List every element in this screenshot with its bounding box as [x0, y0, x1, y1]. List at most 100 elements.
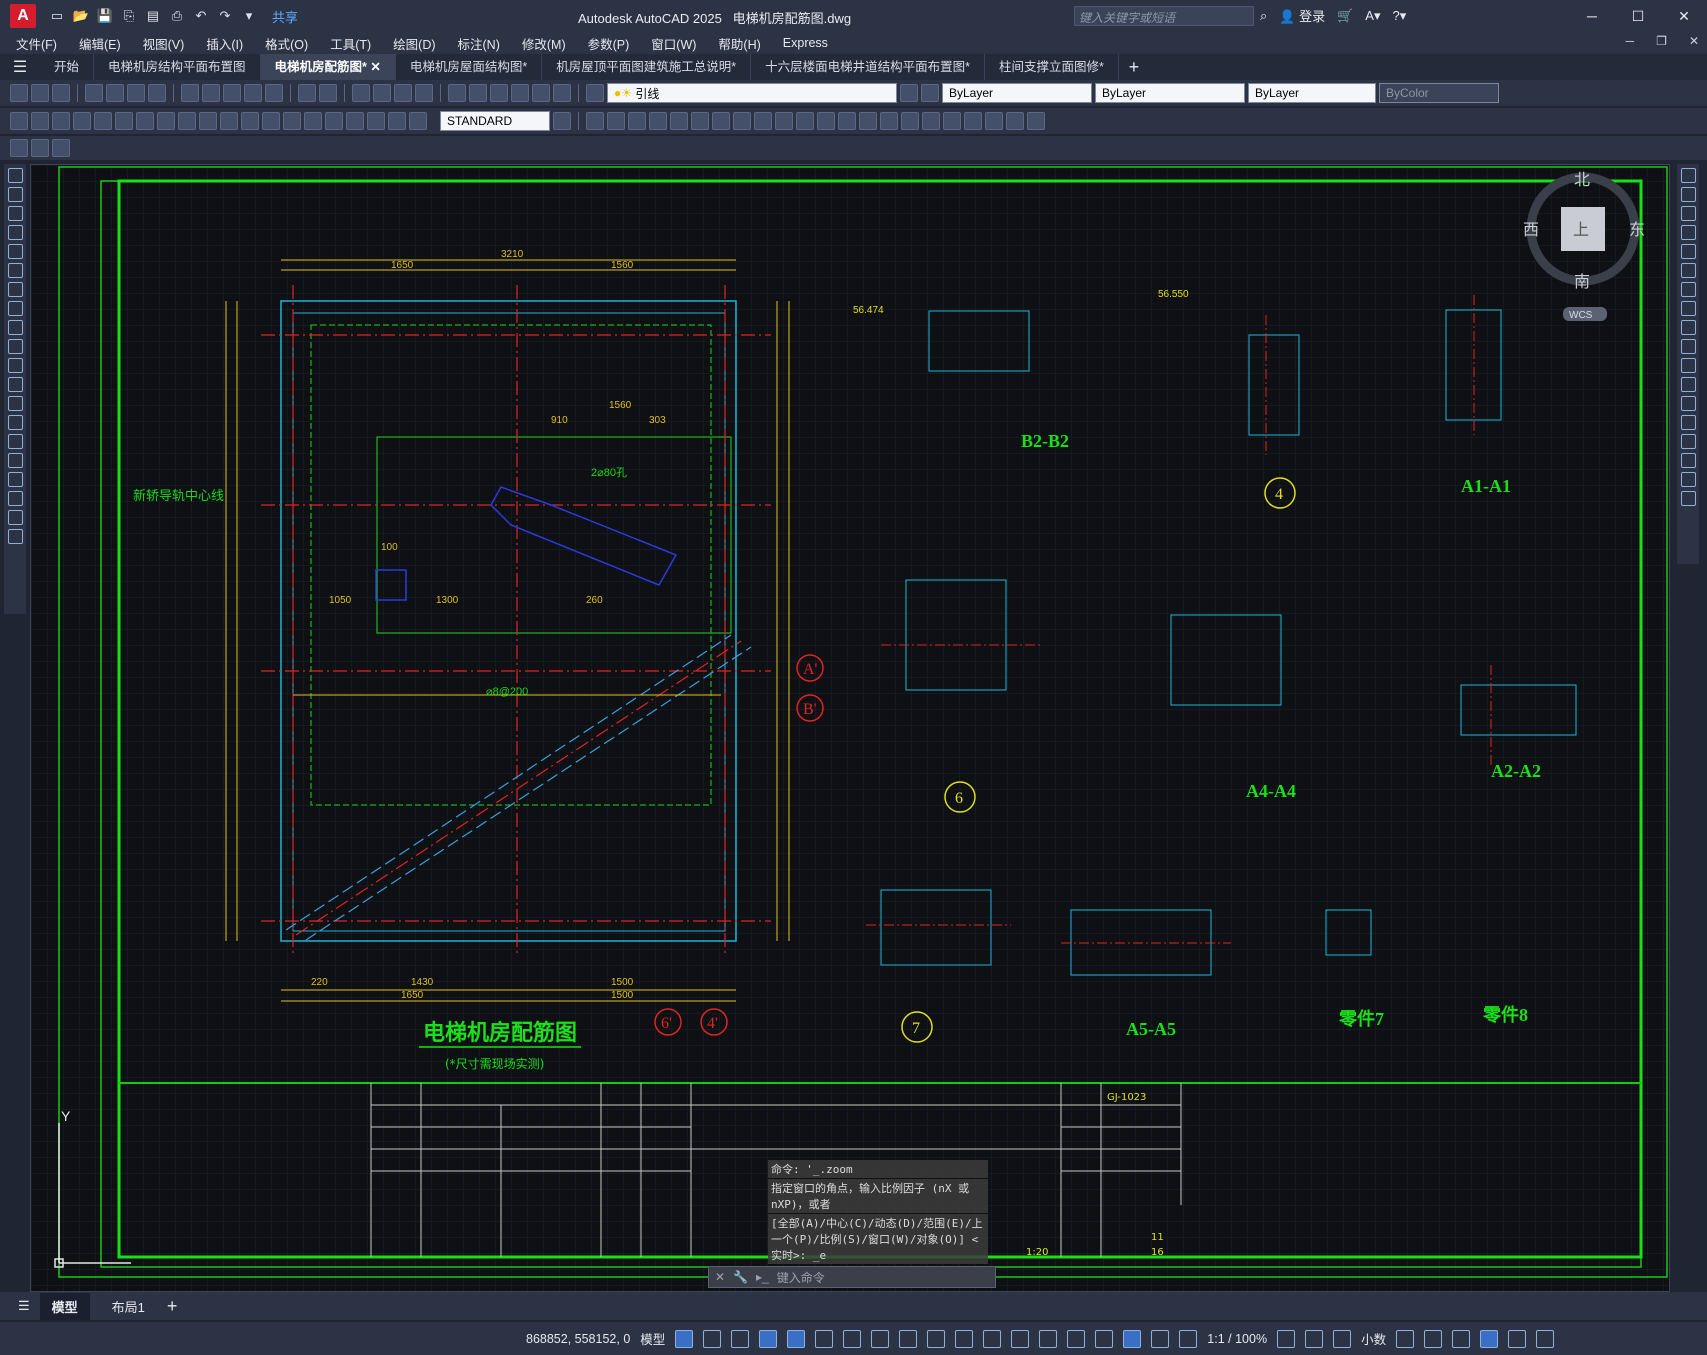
menu-modify[interactable]: 修改(M) — [522, 34, 566, 53]
menu-view[interactable]: 视图(V) — [143, 34, 185, 53]
subtract-icon[interactable] — [796, 112, 814, 130]
menu-edit[interactable]: 编辑(E) — [79, 34, 121, 53]
scale-readout[interactable]: 1:1 / 100% — [1207, 1332, 1267, 1346]
erase-icon[interactable] — [1680, 168, 1696, 183]
layer-properties-icon[interactable] — [586, 84, 604, 102]
tolerance-icon[interactable] — [283, 112, 301, 130]
quick-properties-icon[interactable] — [1396, 1329, 1415, 1348]
autodesk-app-icon[interactable]: A▾ — [1365, 8, 1380, 24]
menu-tools[interactable]: 工具(T) — [330, 34, 371, 53]
linetype-dropdown[interactable]: ByLayer — [1095, 83, 1245, 103]
dynamic-input-icon[interactable] — [759, 1329, 778, 1348]
dim-angular-icon[interactable] — [157, 112, 175, 130]
tab-close-icon[interactable]: ✕ — [370, 60, 380, 74]
shell-icon[interactable] — [838, 112, 856, 130]
annotation-scale-icon[interactable] — [1179, 1329, 1198, 1348]
blend-icon[interactable] — [1680, 472, 1696, 487]
dim-radius-icon[interactable] — [94, 112, 112, 130]
mirror-icon[interactable] — [1680, 206, 1696, 221]
search-icon[interactable]: ⌕ — [1260, 8, 1267, 24]
tab-roof-notes[interactable]: 机房屋顶平面图建筑施工总说明* — [542, 54, 752, 80]
tool-palettes-icon[interactable] — [490, 84, 508, 102]
customization-icon[interactable] — [1536, 1329, 1555, 1348]
design-center-icon[interactable] — [469, 84, 487, 102]
quick-dim-icon[interactable] — [178, 112, 196, 130]
doc-minimize-icon[interactable]: ─ — [1626, 34, 1635, 48]
add-layout-icon[interactable]: + — [167, 1296, 178, 1317]
lock-ui-icon[interactable] — [1424, 1329, 1443, 1348]
layer-dropdown[interactable]: ●☀ 引线 — [607, 83, 897, 103]
stretch-icon[interactable] — [1680, 320, 1696, 335]
tool-b-icon[interactable] — [31, 139, 49, 157]
sheet-set-icon[interactable] — [511, 84, 529, 102]
close-icon[interactable]: ✕ — [1661, 0, 1707, 32]
extrude-icon[interactable] — [649, 112, 667, 130]
save-as-icon[interactable]: ⎘ — [120, 7, 138, 25]
menu-help[interactable]: 帮助(H) — [718, 34, 760, 53]
make-block-icon[interactable] — [7, 396, 23, 411]
plotstyle-dropdown[interactable]: ByColor — [1379, 83, 1499, 103]
cart-icon[interactable]: 🛒 — [1337, 8, 1353, 24]
3d-osnap-icon[interactable] — [1011, 1329, 1030, 1348]
trim-icon[interactable] — [1680, 339, 1696, 354]
add-selected-icon[interactable] — [7, 529, 23, 544]
arc-icon[interactable] — [7, 263, 23, 278]
dynamic-ucs-icon[interactable] — [1039, 1329, 1058, 1348]
center-mark-icon[interactable] — [304, 112, 322, 130]
scale-icon[interactable] — [1680, 301, 1696, 316]
explode-icon[interactable] — [1680, 491, 1696, 506]
make-current-icon[interactable] — [900, 84, 918, 102]
tab-roof-structure[interactable]: 电梯机房屋面结构图* — [396, 54, 543, 80]
flatshot-icon[interactable] — [754, 112, 772, 130]
qnew-icon[interactable] — [10, 84, 28, 102]
close-command-icon[interactable]: ✕ — [715, 1270, 725, 1284]
solid-cone-icon[interactable] — [628, 112, 646, 130]
move-icon[interactable] — [1680, 263, 1696, 278]
layer-previous-icon[interactable] — [921, 84, 939, 102]
isodraft-icon[interactable] — [843, 1329, 862, 1348]
drawing-canvas[interactable]: A' B' 6' 4' 3210 1650 1560 910 1560 303 … — [30, 164, 1670, 1292]
spline-icon[interactable] — [7, 320, 23, 335]
extend-icon[interactable] — [1680, 358, 1696, 373]
solid-wedge-icon[interactable] — [607, 112, 625, 130]
autocad-logo[interactable]: A — [10, 4, 36, 28]
polyline-icon[interactable] — [7, 206, 23, 221]
save-toolbar-icon[interactable] — [52, 84, 70, 102]
menu-window[interactable]: 窗口(W) — [651, 34, 696, 53]
insert-block-icon[interactable] — [7, 377, 23, 392]
ellipse-arc-icon[interactable] — [7, 358, 23, 373]
offset-faces-icon[interactable] — [964, 112, 982, 130]
dim-style-icon[interactable] — [553, 112, 571, 130]
break-icon[interactable] — [1680, 396, 1696, 411]
plot-icon[interactable] — [85, 84, 103, 102]
revolve-icon[interactable] — [670, 112, 688, 130]
text-style-dropdown[interactable]: STANDARD — [440, 111, 550, 131]
separate-icon[interactable] — [859, 112, 877, 130]
chamfer-icon[interactable] — [1680, 434, 1696, 449]
minimize-icon[interactable]: ─ — [1569, 0, 1615, 32]
gizmo-icon[interactable] — [1095, 1329, 1114, 1348]
dim-break-icon[interactable] — [262, 112, 280, 130]
copy-object-icon[interactable] — [1680, 187, 1696, 202]
pan-icon[interactable] — [352, 84, 370, 102]
open-file-icon[interactable]: 📂 — [72, 7, 90, 25]
offset-icon[interactable] — [1680, 225, 1696, 240]
cut-icon[interactable] — [181, 84, 199, 102]
line-icon[interactable] — [7, 168, 23, 183]
clean-screen-icon[interactable] — [1508, 1329, 1527, 1348]
help-toolbar-icon[interactable] — [553, 84, 571, 102]
solid-box-icon[interactable] — [586, 112, 604, 130]
ellipse-icon[interactable] — [7, 339, 23, 354]
paste-icon[interactable] — [223, 84, 241, 102]
menu-draw[interactable]: 绘图(D) — [393, 34, 435, 53]
menu-format[interactable]: 格式(O) — [265, 34, 308, 53]
move-faces-icon[interactable] — [985, 112, 1003, 130]
copy-icon[interactable] — [202, 84, 220, 102]
help-icon[interactable]: ?▾ — [1393, 8, 1407, 24]
tab-structure-plan[interactable]: 电梯机房结构平面布置图 — [94, 54, 261, 80]
lineweight-dropdown[interactable]: ByLayer — [1248, 83, 1376, 103]
menu-insert[interactable]: 插入(I) — [206, 34, 243, 53]
imprint-icon[interactable] — [922, 112, 940, 130]
menu-express[interactable]: Express — [783, 36, 828, 50]
dim-space-icon[interactable] — [241, 112, 259, 130]
